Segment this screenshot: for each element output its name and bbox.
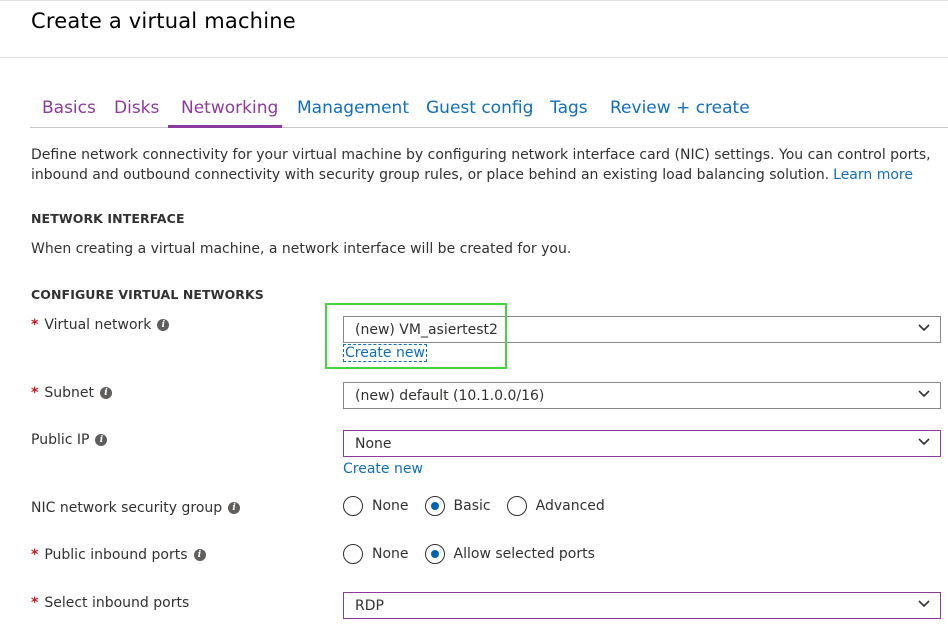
radio-button-selected[interactable] [424, 544, 445, 564]
public-ip-label-text: Public IP [31, 432, 90, 448]
chevron-down-icon [918, 324, 930, 332]
description-text: Define network connectivity for your vir… [31, 147, 931, 183]
select-inbound-ports-dropdown[interactable]: RDP [343, 592, 941, 619]
required-marker: * [31, 385, 39, 401]
highlight-box [325, 303, 507, 369]
virtual-network-label-text: Virtual network [44, 317, 152, 333]
info-icon[interactable]: i [99, 387, 112, 399]
radio-button-selected[interactable] [424, 496, 445, 516]
required-marker: * [31, 547, 39, 563]
subnet-label-text: Subnet [44, 385, 94, 401]
radio-button[interactable] [343, 544, 363, 564]
networking-description: Define network connectivity for your vir… [31, 145, 941, 185]
radio-label: None [372, 498, 409, 514]
subnet-value: (new) default (10.1.0.0/16) [355, 387, 545, 404]
header-divider [0, 57, 948, 58]
required-marker: * [31, 595, 39, 611]
inbound-option-allow-selected[interactable]: Allow selected ports [424, 544, 595, 564]
tab-management[interactable]: Management [297, 98, 409, 118]
configure-vnet-heading: CONFIGURE VIRTUAL NETWORKS [31, 287, 264, 302]
nic-nsg-option-advanced[interactable]: Advanced [506, 496, 605, 516]
info-icon[interactable]: i [95, 434, 108, 446]
nic-nsg-radio-group: None Basic Advanced [343, 496, 621, 516]
public-inbound-ports-label: * Public inbound ports i [31, 547, 206, 563]
radio-button[interactable] [343, 496, 363, 516]
public-ip-value: None [355, 435, 392, 452]
learn-more-link[interactable]: Learn more [833, 167, 913, 183]
tab-disks[interactable]: Disks [114, 98, 159, 118]
info-icon[interactable]: i [157, 319, 170, 331]
info-icon[interactable]: i [228, 502, 241, 514]
info-icon[interactable]: i [193, 549, 206, 561]
nic-nsg-option-basic[interactable]: Basic [424, 496, 491, 516]
tab-basics[interactable]: Basics [42, 98, 96, 118]
active-tab-underline [168, 125, 282, 128]
tab-guest-config[interactable]: Guest config [426, 98, 533, 118]
nic-nsg-label: NIC network security group i [31, 500, 241, 516]
select-inbound-ports-label: * Select inbound ports [31, 595, 189, 611]
network-interface-text: When creating a virtual machine, a netwo… [31, 241, 572, 257]
select-inbound-ports-label-text: Select inbound ports [44, 595, 190, 611]
chevron-down-icon [918, 438, 930, 446]
nic-nsg-label-text: NIC network security group [31, 500, 223, 516]
network-interface-heading: NETWORK INTERFACE [31, 211, 185, 226]
public-inbound-ports-label-text: Public inbound ports [44, 547, 188, 563]
virtual-network-label: * Virtual network i [31, 317, 170, 333]
subnet-label: * Subnet i [31, 385, 112, 401]
tab-networking[interactable]: Networking [181, 98, 278, 118]
chevron-down-icon [918, 600, 930, 608]
radio-label: Advanced [535, 498, 605, 514]
nic-nsg-option-none[interactable]: None [343, 496, 409, 516]
public-ip-create-new-link[interactable]: Create new [343, 461, 423, 477]
chevron-down-icon [918, 390, 930, 398]
radio-label: Basic [453, 498, 491, 514]
page-title: Create a virtual machine [31, 9, 296, 33]
radio-label: None [372, 546, 409, 562]
subnet-dropdown[interactable]: (new) default (10.1.0.0/16) [343, 382, 941, 409]
public-ip-label: Public IP i [31, 432, 108, 448]
inbound-option-none[interactable]: None [343, 544, 409, 564]
tab-review-create[interactable]: Review + create [610, 98, 750, 118]
tab-tags[interactable]: Tags [550, 98, 588, 118]
public-inbound-ports-radio-group: None Allow selected ports [343, 544, 611, 564]
tab-bar: Basics Disks Networking Management Guest… [30, 95, 948, 128]
top-border [0, 0, 948, 4]
required-marker: * [31, 317, 39, 333]
select-inbound-ports-value: RDP [355, 597, 384, 614]
public-ip-dropdown[interactable]: None [343, 430, 941, 457]
radio-button[interactable] [506, 496, 527, 516]
radio-label: Allow selected ports [453, 546, 595, 562]
